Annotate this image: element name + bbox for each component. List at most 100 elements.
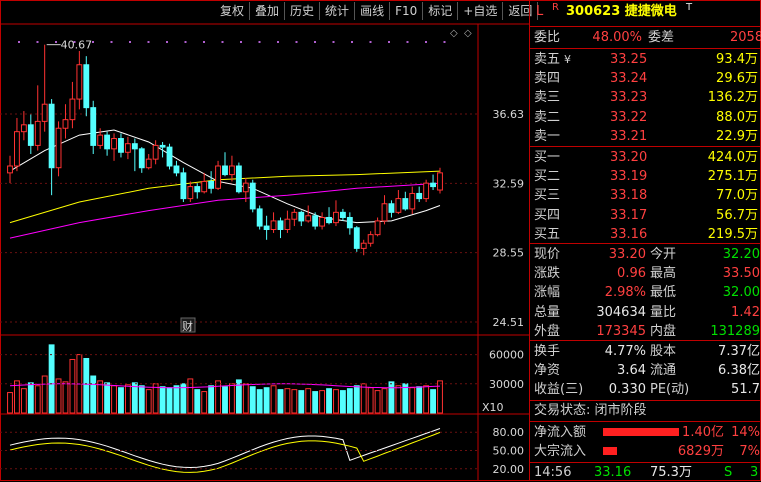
volume-bar bbox=[194, 389, 201, 414]
kline-chart[interactable]: ◇ ◇ 36.63 32.59 28.55 24.51 60000 30000 80.00 50… bbox=[0, 0, 529, 481]
volume-bar bbox=[374, 390, 381, 414]
volume-bar bbox=[180, 383, 187, 414]
f10-button[interactable]: F10 bbox=[390, 2, 424, 20]
volume-bar bbox=[62, 381, 69, 414]
volume-bar bbox=[229, 383, 235, 414]
volume-bar bbox=[215, 380, 221, 414]
volume-bar bbox=[145, 389, 152, 414]
finance-label: 收益(三) bbox=[534, 382, 584, 397]
candle-body bbox=[76, 64, 83, 100]
volume-bar bbox=[20, 388, 27, 414]
buy-volume: 275.1万 bbox=[707, 169, 758, 185]
candle-body bbox=[430, 182, 436, 188]
candle-body bbox=[69, 98, 76, 121]
statistics-button[interactable]: 统计 bbox=[320, 2, 356, 20]
ratio-label: 委比 bbox=[534, 30, 561, 45]
diamond-icon: ◇ bbox=[450, 28, 458, 39]
high-price-label: 40.67 bbox=[61, 39, 92, 52]
candle-body bbox=[104, 134, 111, 150]
candle-body bbox=[55, 127, 62, 169]
quote-label: 外盘 bbox=[534, 323, 561, 339]
overlay-button[interactable]: 叠加 bbox=[250, 2, 286, 20]
draw-line-button[interactable]: 画线 bbox=[355, 2, 391, 20]
sell-label: 卖四 bbox=[534, 71, 561, 87]
tick-time: 14:56 bbox=[534, 465, 572, 480]
flow-row: 大宗流入 6829万 7% bbox=[530, 442, 761, 461]
volume-bar bbox=[333, 389, 339, 414]
sell-price: 33.25 bbox=[610, 52, 648, 67]
quote-value: 304634 bbox=[596, 304, 646, 320]
candle-body bbox=[14, 131, 20, 167]
buy-price: 33.17 bbox=[610, 207, 648, 223]
volume-bar bbox=[41, 375, 48, 414]
volume-bar bbox=[423, 385, 430, 414]
volume-bar bbox=[97, 380, 104, 414]
finance-label-2: 流通 bbox=[650, 363, 677, 378]
event-dot bbox=[55, 41, 57, 43]
quote-row: 涨幅 2.98% 最低 32.00 bbox=[530, 283, 761, 302]
volume-bar bbox=[90, 375, 97, 414]
event-dot bbox=[258, 41, 261, 43]
candle-body bbox=[437, 172, 443, 191]
volume-bar bbox=[242, 383, 249, 414]
event-dot bbox=[295, 41, 298, 43]
add-favorite-button[interactable]: +自选 bbox=[458, 2, 504, 20]
buy-price: 33.20 bbox=[610, 150, 648, 165]
candle-body bbox=[118, 138, 124, 153]
volume-bar bbox=[346, 388, 353, 414]
candle-body bbox=[388, 203, 395, 213]
candle-body bbox=[90, 107, 97, 146]
volume-bar bbox=[381, 388, 388, 414]
candle-body bbox=[374, 220, 381, 236]
candle-body bbox=[339, 211, 346, 218]
candle-body bbox=[256, 208, 263, 227]
tick-volume: 75.3万 bbox=[650, 465, 692, 480]
volume-bar bbox=[118, 387, 124, 414]
stock-code-name[interactable]: 300623 捷捷微电 bbox=[566, 2, 677, 21]
flow-value: 1.40亿 bbox=[682, 425, 724, 440]
finance-row: 收益(三) 0.330 PE(动) 51.7 bbox=[530, 380, 761, 399]
price-tick-label: 36.63 bbox=[493, 108, 525, 121]
restore-rights-button[interactable]: 复权 bbox=[215, 2, 251, 20]
quote-value-2: 32.00 bbox=[722, 285, 760, 301]
indicator-tick-label: 50.00 bbox=[493, 445, 525, 458]
flag-l: L bbox=[536, 4, 544, 19]
flag-r: R bbox=[552, 2, 559, 13]
volume-bar bbox=[69, 358, 76, 414]
flow-row: 净流入额 1.40亿 14% bbox=[530, 423, 761, 442]
event-dot bbox=[277, 41, 279, 43]
candle-body bbox=[124, 143, 131, 153]
candle-body bbox=[20, 124, 27, 133]
volume-bar bbox=[159, 386, 166, 414]
volume-bar bbox=[277, 389, 284, 414]
candle-body bbox=[62, 119, 69, 129]
volume-bar bbox=[395, 385, 402, 414]
finance-label: 净资 bbox=[534, 363, 561, 378]
candle-body bbox=[235, 165, 242, 193]
volume-bar bbox=[138, 385, 145, 414]
candle-body bbox=[381, 203, 388, 222]
buy-row: 买四 33.17 56.7万 bbox=[530, 206, 761, 225]
tick-count: 3 bbox=[750, 465, 759, 480]
buy-price: 33.18 bbox=[610, 188, 648, 204]
sell-price: 33.24 bbox=[610, 71, 648, 87]
candle-body bbox=[48, 103, 55, 169]
tick-row: 14:56 33.16 75.3万 S 3 bbox=[530, 463, 761, 482]
finance-marker: 财 bbox=[182, 319, 193, 333]
event-dot bbox=[110, 41, 113, 43]
flow-bar bbox=[603, 447, 617, 455]
flow-label: 净流入额 bbox=[534, 425, 587, 440]
candle-body bbox=[298, 211, 305, 222]
mark-button[interactable]: 标记 bbox=[423, 2, 459, 20]
volume-bar bbox=[291, 389, 298, 414]
quote-label-2: 最高 bbox=[650, 266, 677, 282]
volume-bar bbox=[326, 388, 332, 414]
trade-status: 交易状态: 闭市阶段 bbox=[534, 403, 647, 418]
diff-value: 2058 bbox=[730, 30, 761, 45]
volume-bar bbox=[104, 382, 111, 414]
finance-label: 换手 bbox=[534, 344, 561, 359]
volume-bar bbox=[284, 388, 291, 414]
event-dot bbox=[240, 41, 242, 43]
history-button[interactable]: 历史 bbox=[285, 2, 321, 20]
candle-body bbox=[194, 186, 201, 193]
